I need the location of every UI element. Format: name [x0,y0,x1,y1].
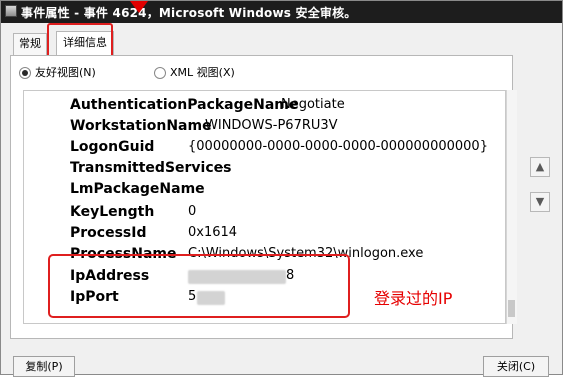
next-event-button[interactable]: ▼ [530,192,550,212]
tab-details-label: 详细信息 [63,36,107,49]
red-arrow-marker-icon [130,1,148,13]
ip-annotation-text: 登录过的IP [374,289,453,308]
tab-general-label: 常规 [19,37,41,50]
title-bar[interactable]: 事件属性 - 事件 4624，Microsoft Windows 安全审核。 [1,1,562,23]
detail-key: LmPackageName [70,181,205,197]
detail-key: ProcessId [70,225,147,241]
detail-key: KeyLength [70,204,155,220]
scrollbar-thumb[interactable] [508,300,515,317]
friendly-view-label: 友好视图(N) [35,66,96,79]
detail-key: TransmittedServices [70,160,232,176]
detail-key: IpAddress [70,268,150,284]
xml-view-label: XML 视图(X) [170,66,235,79]
detail-key: IpPort [70,289,119,305]
detail-value: 0 [188,204,197,219]
copy-button[interactable]: 复制(P) [13,356,75,377]
window-title: 事件属性 - 事件 4624，Microsoft Windows 安全审核。 [21,6,357,20]
detail-key: ProcessName [70,246,177,262]
detail-value: C:\Windows\System32\winlogon.exe [188,246,424,261]
event-properties-window: 事件属性 - 事件 4624，Microsoft Windows 安全审核。 常… [0,0,563,377]
xml-view-radio-icon[interactable] [154,67,166,79]
detail-value: - [196,181,201,196]
event-viewer-icon [5,5,17,17]
detail-key: LogonGuid [70,139,155,155]
detail-value: 8 [286,268,295,283]
friendly-view-radio-icon[interactable] [19,67,31,79]
detail-value: 0x1614 [188,225,238,240]
friendly-view-option[interactable]: 友好视图(N) [19,65,96,81]
close-button[interactable]: 关闭(C) [483,356,549,377]
redacted-ip-blur [188,270,286,284]
previous-event-button[interactable]: ▲ [530,157,550,177]
detail-key: AuthenticationPackageName [70,97,299,113]
detail-value: 5 [188,289,197,304]
xml-view-option[interactable]: XML 视图(X) [154,65,235,81]
detail-value: WINDOWS-P67RU3V [205,118,338,133]
detail-value: Negotiate [281,97,345,112]
detail-value: {00000000-0000-0000-0000-000000000000} [188,139,488,154]
arrow-up-icon: ▲ [535,160,545,173]
details-scrollbar[interactable] [506,90,517,324]
arrow-down-icon: ▼ [535,195,545,208]
tab-details[interactable]: 详细信息 [56,31,114,56]
detail-value: - [219,160,224,175]
tab-general[interactable]: 常规 [13,33,47,55]
redacted-port-blur [197,291,225,305]
detail-key: WorkstationName [70,118,212,134]
